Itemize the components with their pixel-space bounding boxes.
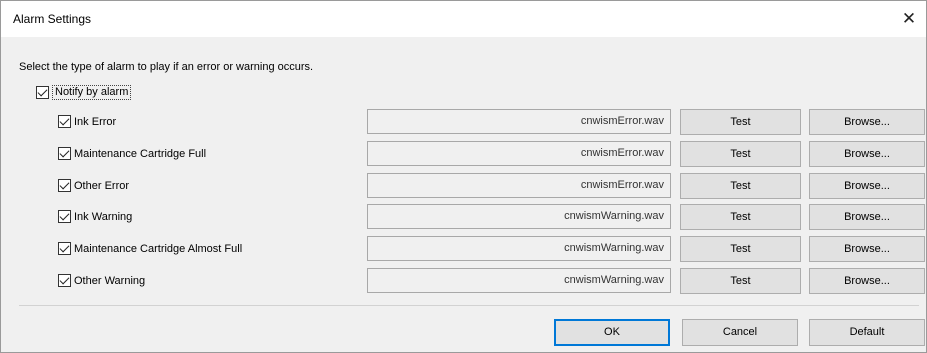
alarm-row-maintenance-cartridge-full: Maintenance Cartridge Full cnwismError.w… — [1, 140, 926, 167]
checkbox-checked-icon[interactable] — [58, 115, 71, 128]
separator-line — [19, 305, 919, 306]
default-button[interactable]: Default — [809, 319, 925, 346]
maintenance-cartridge-full-test-button[interactable]: Test — [680, 141, 801, 167]
other-error-sound-file-field: cnwismError.wav — [367, 173, 671, 198]
ok-button[interactable]: OK — [554, 319, 670, 346]
ink-warning-browse-button[interactable]: Browse... — [809, 204, 925, 230]
other-warning-checkbox[interactable]: Other Warning — [58, 274, 145, 287]
other-warning-sound-file-field: cnwismWarning.wav — [367, 268, 671, 293]
maintenance-cartridge-full-browse-button[interactable]: Browse... — [809, 141, 925, 167]
maintenance-cartridge-almost-full-label: Maintenance Cartridge Almost Full — [74, 242, 243, 255]
checkbox-checked-icon[interactable] — [58, 147, 71, 160]
ink-error-test-button[interactable]: Test — [680, 109, 801, 135]
alarm-row-ink-error: Ink Error cnwismError.wav Test Browse... — [1, 108, 926, 135]
close-icon[interactable]: ✕ — [892, 1, 926, 37]
ink-error-label: Ink Error — [74, 115, 117, 128]
ink-warning-checkbox[interactable]: Ink Warning — [58, 210, 132, 223]
ink-warning-label: Ink Warning — [74, 210, 133, 223]
checkbox-checked-icon[interactable] — [58, 274, 71, 287]
ink-warning-test-button[interactable]: Test — [680, 204, 801, 230]
other-error-test-button[interactable]: Test — [680, 173, 801, 199]
cancel-button[interactable]: Cancel — [682, 319, 798, 346]
alarm-row-other-warning: Other Warning cnwismWarning.wav Test Bro… — [1, 267, 926, 294]
checkbox-checked-icon[interactable] — [58, 179, 71, 192]
ink-error-checkbox[interactable]: Ink Error — [58, 115, 116, 128]
maintenance-cartridge-almost-full-test-button[interactable]: Test — [680, 236, 801, 262]
instruction-text: Select the type of alarm to play if an e… — [19, 61, 314, 73]
other-error-checkbox[interactable]: Other Error — [58, 179, 129, 192]
maintenance-cartridge-full-sound-file-field: cnwismError.wav — [367, 141, 671, 166]
other-warning-label: Other Warning — [74, 274, 146, 287]
checkbox-checked-icon[interactable] — [58, 210, 71, 223]
maintenance-cartridge-almost-full-checkbox[interactable]: Maintenance Cartridge Almost Full — [58, 242, 242, 255]
maintenance-cartridge-almost-full-browse-button[interactable]: Browse... — [809, 236, 925, 262]
maintenance-cartridge-almost-full-sound-file-field: cnwismWarning.wav — [367, 236, 671, 261]
maintenance-cartridge-full-checkbox[interactable]: Maintenance Cartridge Full — [58, 147, 206, 160]
alarm-settings-dialog: Alarm Settings ✕ Select the type of alar… — [0, 0, 927, 353]
notify-by-alarm-checkbox[interactable]: Notify by alarm — [36, 85, 132, 100]
maintenance-cartridge-full-label: Maintenance Cartridge Full — [74, 147, 207, 160]
other-error-label: Other Error — [74, 179, 130, 192]
alarm-row-other-error: Other Error cnwismError.wav Test Browse.… — [1, 172, 926, 199]
checkbox-checked-icon[interactable] — [36, 86, 49, 99]
other-warning-browse-button[interactable]: Browse... — [809, 268, 925, 294]
other-error-browse-button[interactable]: Browse... — [809, 173, 925, 199]
checkbox-checked-icon[interactable] — [58, 242, 71, 255]
notify-by-alarm-label: Notify by alarm — [52, 85, 132, 100]
alarm-row-ink-warning: Ink Warning cnwismWarning.wav Test Brows… — [1, 203, 926, 230]
other-warning-test-button[interactable]: Test — [680, 268, 801, 294]
ink-warning-sound-file-field: cnwismWarning.wav — [367, 204, 671, 229]
alarm-row-maintenance-cartridge-almost-full: Maintenance Cartridge Almost Full cnwism… — [1, 235, 926, 262]
title-bar: Alarm Settings ✕ — [1, 1, 926, 37]
ink-error-sound-file-field: cnwismError.wav — [367, 109, 671, 134]
dialog-title: Alarm Settings — [13, 12, 92, 26]
ink-error-browse-button[interactable]: Browse... — [809, 109, 925, 135]
